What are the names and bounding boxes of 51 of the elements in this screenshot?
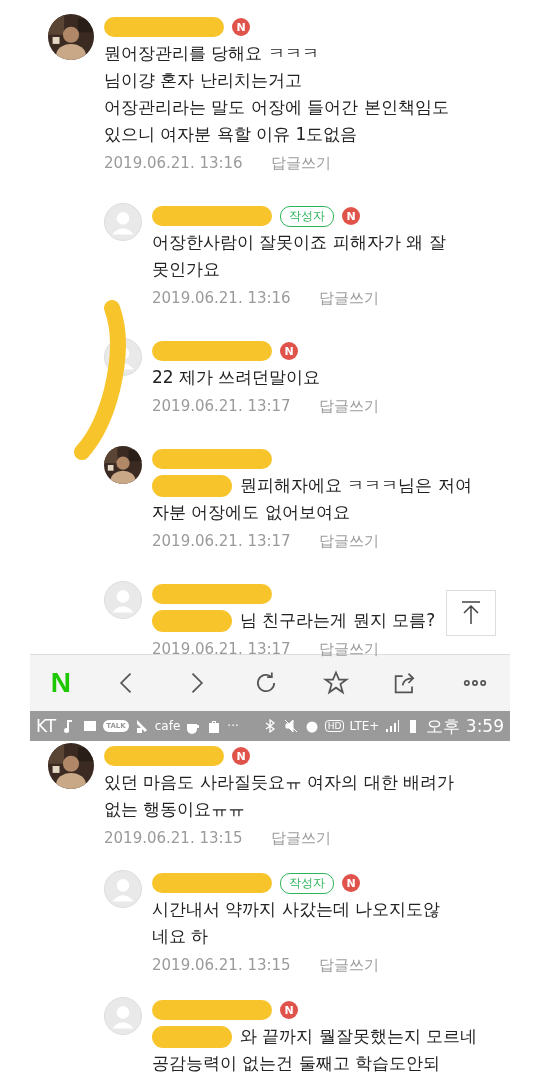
comment-text: 공감능력이 없는건 둘째고 학습도안되 bbox=[152, 1052, 441, 1075]
comment-text: 뭔피해자에요 ㅋㅋㅋ님은 저여 bbox=[240, 474, 472, 497]
reply-link[interactable]: 답글쓰기 bbox=[318, 532, 379, 551]
comment-text: 와 끝까지 뭘잘못했는지 모르네 bbox=[240, 1025, 478, 1048]
comment-text: 없는 행동이요ㅠㅠ bbox=[104, 798, 246, 821]
reply-link[interactable]: 답글쓰기 bbox=[318, 956, 379, 975]
reply-link[interactable]: 답글쓰기 bbox=[318, 289, 379, 308]
comment-date: 2019.06.21. 13:15 bbox=[104, 829, 243, 848]
comment-date: 2019.06.21. 13:15 bbox=[152, 956, 291, 975]
network-label: LTE+ bbox=[349, 719, 380, 733]
comment-text: 님 친구라는게 뭔지 모름? bbox=[240, 609, 436, 632]
reply-link[interactable]: 답글쓰기 bbox=[270, 829, 331, 848]
comment-text: 못인가요 bbox=[152, 258, 220, 281]
comment-text: 님이걍 혼자 난리치는거고 bbox=[104, 69, 302, 92]
star-icon[interactable] bbox=[321, 669, 350, 697]
browser-logo[interactable]: N bbox=[50, 667, 72, 699]
mute-icon bbox=[282, 718, 299, 734]
author-tag: 작성자 bbox=[280, 205, 334, 227]
hd-label: HD bbox=[324, 720, 345, 732]
comment-date: 2019.06.21. 13:16 bbox=[104, 154, 243, 173]
reply-link[interactable]: 답글쓰기 bbox=[318, 397, 379, 416]
new-badge: N bbox=[232, 747, 250, 765]
signal-icon bbox=[384, 718, 401, 734]
new-badge: N bbox=[342, 874, 360, 892]
reply-link[interactable]: 답글쓰기 bbox=[270, 154, 331, 173]
comment-text: 어장관리라는 말도 어장에 들어간 본인책임도 bbox=[104, 96, 449, 119]
comment-text: 있으니 여자분 욕할 이유 1도없음 bbox=[104, 123, 358, 146]
comment-text: 네요 하 bbox=[152, 925, 209, 948]
comment-text: 시간내서 약까지 사갔는데 나오지도않 bbox=[152, 898, 441, 921]
carrier-label: KT bbox=[36, 716, 57, 736]
arrow-up-icon bbox=[460, 600, 482, 626]
author-tag: 작성자 bbox=[280, 872, 334, 894]
comment-date: 2019.06.21. 13:17 bbox=[152, 532, 291, 551]
new-badge: N bbox=[280, 342, 298, 360]
comment-date: 2019.06.21. 13:17 bbox=[152, 640, 291, 659]
scroll-top-button[interactable] bbox=[446, 590, 496, 636]
comment-text: 어장한사람이 잘못이죠 피해자가 왜 잘 bbox=[152, 231, 446, 254]
comment-date: 2019.06.21. 13:17 bbox=[152, 397, 291, 416]
more-notifications: ··· bbox=[227, 719, 239, 733]
new-badge: N bbox=[342, 207, 360, 225]
cafe-label: cafe bbox=[154, 719, 181, 733]
comment-text: 있던 마음도 사라질듯요ㅠ 여자의 대한 배려가 bbox=[104, 771, 455, 794]
square-icon bbox=[82, 718, 99, 734]
clock: 오후 3:59 bbox=[426, 714, 504, 738]
new-badge: N bbox=[280, 1001, 298, 1019]
comment-text: 22 제가 쓰려던말이요 bbox=[152, 366, 321, 389]
comment-text: 자분 어장에도 없어보여요 bbox=[152, 501, 350, 524]
reply-link[interactable]: 답글쓰기 bbox=[318, 640, 379, 659]
comment-date: 2019.06.21. 13:16 bbox=[152, 289, 291, 308]
comment-text: 뭔어장관리를 당해요 ㅋㅋㅋ bbox=[104, 42, 319, 65]
new-badge: N bbox=[232, 18, 250, 36]
